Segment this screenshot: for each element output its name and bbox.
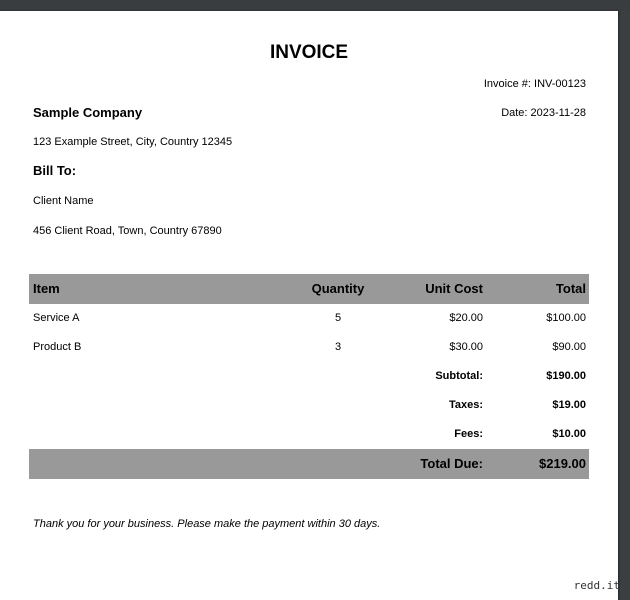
header-unit-cost: Unit Cost — [425, 281, 483, 296]
document-viewer: INVOICE Invoice #: INV-00123 Date: 2023-… — [0, 0, 630, 600]
table-header-row: Item Quantity Unit Cost Total — [29, 274, 589, 304]
table-row: Product B 3 $30.00 $90.00 — [29, 333, 589, 362]
header-quantity: Quantity — [311, 281, 365, 296]
fees-row: Fees: $10.00 — [29, 420, 589, 449]
viewer-top-bar — [0, 0, 630, 11]
header-total: Total — [555, 281, 586, 296]
footer-note: Thank you for your business. Please make… — [33, 518, 381, 530]
client-address: 456 Client Road, Town, Country 67890 — [33, 225, 222, 237]
watermark: redd.it — [573, 579, 620, 592]
client-name: Client Name — [33, 195, 94, 207]
total-due-value: $219.00 — [539, 456, 586, 471]
table-row: Service A 5 $20.00 $100.00 — [29, 304, 589, 333]
fees-value: $10.00 — [552, 428, 586, 440]
invoice-date: Date: 2023-11-28 — [501, 107, 586, 119]
taxes-value: $19.00 — [552, 399, 586, 411]
header-item: Item — [33, 281, 60, 296]
taxes-row: Taxes: $19.00 — [29, 391, 589, 420]
row-item: Product B — [33, 341, 82, 353]
subtotal-value: $190.00 — [546, 370, 586, 382]
invoice-page: INVOICE Invoice #: INV-00123 Date: 2023-… — [0, 11, 618, 600]
invoice-title: INVOICE — [269, 42, 349, 63]
invoice-number: Invoice #: INV-00123 — [483, 78, 586, 90]
company-name: Sample Company — [33, 105, 143, 120]
row-unit-cost: $20.00 — [449, 312, 483, 324]
fees-label: Fees: — [454, 428, 483, 440]
subtotal-label: Subtotal: — [435, 370, 483, 382]
invoice-table: Item Quantity Unit Cost Total Service A … — [29, 274, 589, 479]
subtotal-row: Subtotal: $190.00 — [29, 362, 589, 391]
total-due-label: Total Due: — [420, 456, 483, 471]
row-total: $90.00 — [552, 341, 586, 353]
row-unit-cost: $30.00 — [449, 341, 483, 353]
row-item: Service A — [33, 312, 80, 324]
row-quantity: 5 — [334, 312, 342, 324]
bill-to-label: Bill To: — [33, 163, 77, 178]
row-quantity: 3 — [334, 341, 342, 353]
total-due-row: Total Due: $219.00 — [29, 449, 589, 479]
taxes-label: Taxes: — [448, 399, 483, 411]
row-total: $100.00 — [546, 312, 586, 324]
company-address: 123 Example Street, City, Country 12345 — [33, 136, 233, 148]
